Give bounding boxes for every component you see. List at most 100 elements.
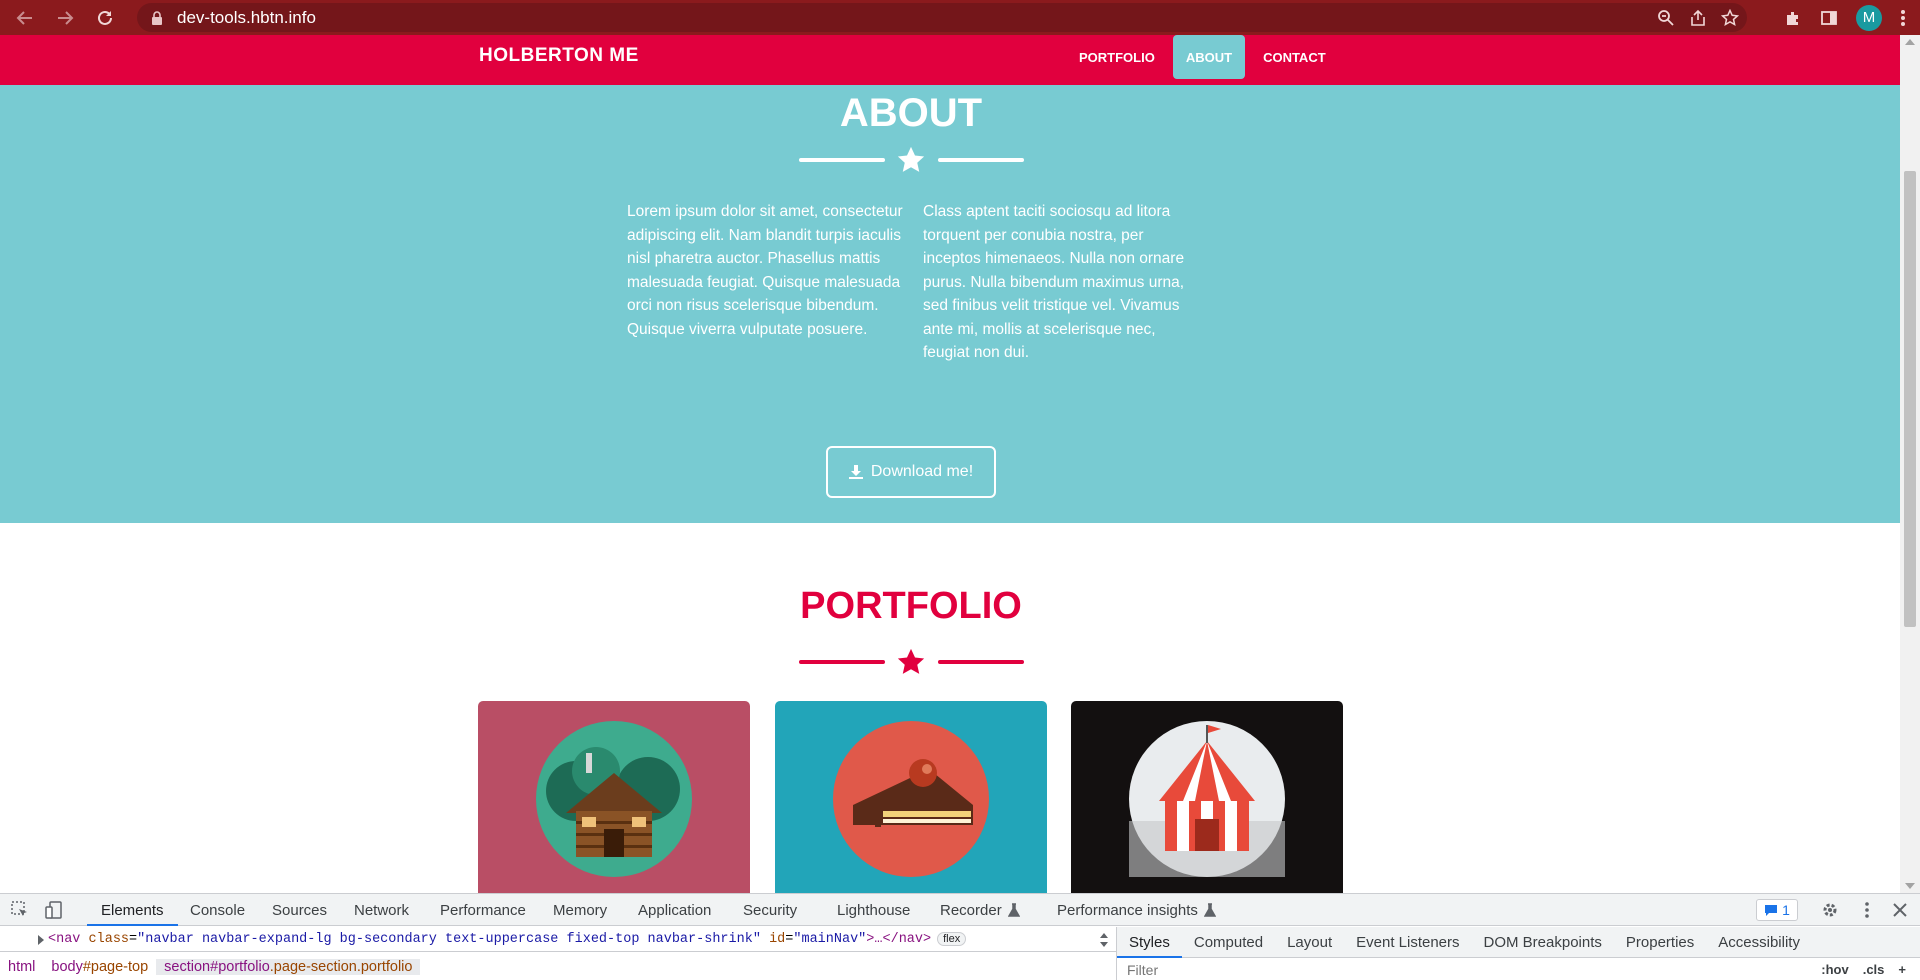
tab-network[interactable]: Network: [354, 894, 409, 926]
breadcrumb-section-tag: section: [164, 958, 211, 975]
dom-attr-id: id: [769, 931, 786, 947]
nav-links: PORTFOLIO ABOUT CONTACT: [1070, 35, 1335, 79]
download-button[interactable]: Download me!: [826, 446, 996, 498]
tab-dom-breakpoints[interactable]: DOM Breakpoints: [1472, 927, 1614, 958]
tab-properties[interactable]: Properties: [1614, 927, 1706, 958]
side-panel-icon[interactable]: [1820, 9, 1838, 27]
styles-filter-input[interactable]: [1127, 961, 1627, 978]
devtools-tabbar: Elements Console Sources Network Perform…: [0, 894, 1920, 926]
share-icon[interactable]: [1689, 9, 1707, 27]
device-toolbar-icon[interactable]: [45, 901, 63, 919]
profile-avatar[interactable]: M: [1856, 4, 1882, 31]
lock-icon: [152, 10, 162, 25]
breadcrumb-section[interactable]: section#portfolio.page-section.portfolio: [156, 958, 421, 975]
tab-performance-insights-label: Performance insights: [1057, 901, 1198, 919]
tab-event-listeners[interactable]: Event Listeners: [1344, 927, 1471, 958]
divider-line-left: [799, 158, 885, 162]
tab-recorder-label: Recorder: [940, 901, 1002, 919]
tab-recorder[interactable]: Recorder: [940, 894, 1020, 926]
styles-filter-row: :hov .cls +: [1117, 958, 1920, 980]
nav-link-contact[interactable]: CONTACT: [1254, 35, 1335, 79]
tab-accessibility[interactable]: Accessibility: [1706, 927, 1812, 958]
breadcrumb-html-tag: html: [8, 958, 36, 975]
tab-lighthouse[interactable]: Lighthouse: [837, 894, 910, 926]
devtools-panel: Elements Console Sources Network Perform…: [0, 893, 1920, 980]
tab-layout[interactable]: Layout: [1275, 927, 1344, 958]
page-viewport: HOLBERTON ME PORTFOLIO ABOUT CONTACT ABO…: [0, 35, 1900, 893]
breadcrumb-section-id: #portfolio: [210, 958, 270, 975]
address-bar[interactable]: dev-tools.hbtn.info: [137, 3, 1747, 32]
settings-gear-icon[interactable]: [1821, 901, 1839, 919]
devtools-menu-dots-icon[interactable]: [1858, 901, 1876, 919]
portfolio-item-cake[interactable]: [775, 701, 1047, 893]
breadcrumb-body-tag: body: [51, 958, 83, 975]
site-brand[interactable]: HOLBERTON ME: [479, 45, 639, 67]
forward-icon[interactable]: [50, 3, 80, 33]
portfolio-item-cabin[interactable]: [478, 701, 750, 893]
class-toggle[interactable]: .cls: [1863, 962, 1885, 977]
scrollbar-thumb[interactable]: [1904, 171, 1916, 627]
scroll-up-icon[interactable]: [1905, 39, 1915, 45]
portfolio-divider: [799, 647, 1024, 677]
back-icon[interactable]: [10, 3, 40, 33]
tab-computed[interactable]: Computed: [1182, 927, 1275, 958]
sidebar-tabs: Styles Computed Layout Event Listeners D…: [1117, 927, 1920, 958]
cake-image: [833, 721, 989, 877]
tab-performance[interactable]: Performance: [440, 894, 526, 926]
tab-security[interactable]: Security: [743, 894, 797, 926]
tab-sources[interactable]: Sources: [272, 894, 327, 926]
divider-line-right: [938, 660, 1024, 664]
portfolio-title: PORTFOLIO: [800, 585, 1022, 627]
url-text: dev-tools.hbtn.info: [177, 7, 316, 27]
breadcrumb-body[interactable]: body#page-top: [43, 959, 156, 975]
tab-console[interactable]: Console: [190, 894, 245, 926]
scroll-down-icon[interactable]: [1905, 883, 1915, 889]
about-section: ABOUT Lorem ipsum dolor sit amet, consec…: [0, 85, 1900, 523]
download-label: Download me!: [870, 463, 974, 480]
page-scrollbar[interactable]: [1900, 35, 1920, 893]
nav-link-portfolio[interactable]: PORTFOLIO: [1070, 35, 1164, 79]
download-icon: [848, 465, 863, 479]
tab-application[interactable]: Application: [638, 894, 711, 926]
issues-message-icon: [1765, 905, 1778, 916]
menu-dots-icon[interactable]: [1900, 9, 1906, 27]
about-divider: [799, 145, 1024, 175]
new-rule-button[interactable]: +: [1898, 962, 1906, 977]
reload-icon[interactable]: [90, 3, 120, 33]
hover-state-toggle[interactable]: :hov: [1821, 962, 1848, 977]
star-icon: [897, 146, 925, 172]
breadcrumb-body-id: #page-top: [82, 958, 149, 975]
dom-tag-rest: >…</nav>: [866, 931, 932, 947]
issues-count: 1: [1782, 902, 1790, 918]
breadcrumb-html[interactable]: html: [0, 959, 43, 975]
dom-scroll-arrows-icon[interactable]: [1098, 930, 1110, 950]
extensions-icon[interactable]: [1784, 9, 1802, 27]
circus-tent-image: [1129, 721, 1285, 877]
dom-tag-open: <nav: [48, 931, 81, 947]
cabin-image: [536, 721, 692, 877]
experiment-flask-icon: [1203, 903, 1216, 917]
flex-badge[interactable]: flex: [937, 932, 967, 946]
tab-memory[interactable]: Memory: [553, 894, 607, 926]
zoom-icon[interactable]: [1657, 9, 1675, 27]
about-text-left: Lorem ipsum dolor sit amet, consectetur …: [627, 203, 903, 338]
tab-styles[interactable]: Styles: [1117, 927, 1182, 958]
tab-elements[interactable]: Elements: [87, 894, 177, 926]
breadcrumb-section-class: .page-section.portfolio: [269, 958, 413, 975]
expand-triangle-icon[interactable]: [38, 935, 44, 945]
dom-tree-selected-line[interactable]: <nav class = "navbar navbar-expand-lg bg-s…: [0, 927, 1116, 951]
portfolio-item-circus[interactable]: [1071, 701, 1343, 893]
divider-line-right: [938, 158, 1024, 162]
dom-attr-id-value: "mainNav": [793, 931, 867, 947]
tab-performance-insights[interactable]: Performance insights: [1057, 894, 1216, 926]
experiment-flask-icon: [1007, 903, 1020, 917]
dom-attr-class: class: [88, 931, 130, 947]
inspect-element-icon[interactable]: [11, 901, 29, 919]
issues-badge[interactable]: 1: [1756, 899, 1798, 921]
nav-link-about[interactable]: ABOUT: [1172, 35, 1246, 79]
filter-tools: :hov .cls +: [1821, 962, 1906, 977]
bookmark-star-icon[interactable]: [1721, 8, 1739, 27]
dom-attr-class-value: "navbar navbar-expand-lg bg-secondary te…: [137, 931, 761, 947]
about-text-right: Class aptent taciti sociosqu ad litora t…: [923, 203, 1185, 361]
close-devtools-icon[interactable]: [1891, 901, 1909, 919]
